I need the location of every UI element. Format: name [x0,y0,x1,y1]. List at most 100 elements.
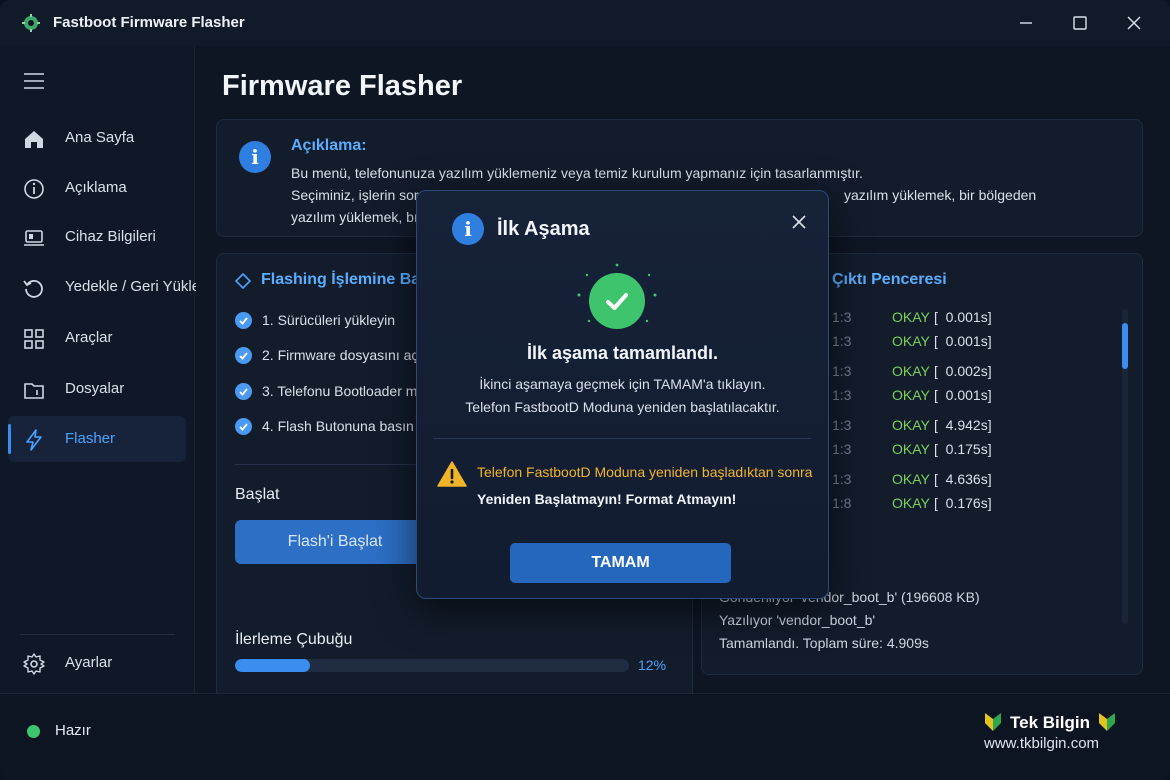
dialog-text: Telefon FastbootD Moduna yeniden başlatı… [465,399,780,415]
brand-url[interactable]: www.tkbilgin.com [984,735,1099,752]
hamburger-menu-icon[interactable] [23,72,45,90]
start-flash-button[interactable]: Flash'i Başlat [235,520,435,564]
dialog-heading: İlk aşama tamamlandı. [526,343,719,363]
log-value: [ 0.001s] [934,387,992,403]
log-value: [ 4.942s] [934,417,992,433]
log-status: OKAY [892,309,930,325]
output-title: Çıktı Penceresi [832,271,947,288]
log-value: [ 0.175s] [934,441,992,457]
log-row: 1:3 OKAY[ 0.002s] [832,363,992,379]
sidebar-divider [20,634,175,635]
folder-icon [22,378,46,402]
restore-icon [22,276,46,300]
description-line: yazılım yüklemek, bı [291,209,418,225]
device-icon [22,226,46,250]
progress-fill [235,659,310,672]
log-status: OKAY [892,333,930,349]
minimize-icon [1020,22,1032,24]
log-value: [ 0.001s] [934,309,992,325]
info-icon: i [239,141,271,173]
log-value: [ 0.002s] [934,363,992,379]
warning-icon [437,461,467,487]
log-row: 1:3 OKAY[ 0.001s] [832,333,992,349]
log-time: 1:3 [832,333,852,349]
home-icon [22,127,46,151]
log-value: [ 4.636s] [934,471,992,487]
lightning-icon [22,428,46,452]
gear-icon [22,652,46,676]
sidebar-item-flasher[interactable]: Flasher [8,416,186,462]
sidebar-item-label: Açıklama [65,179,127,196]
start-section-label: Başlat [235,486,280,503]
diamond-icon [235,273,251,289]
log-status: OKAY [892,441,930,457]
close-icon [792,215,806,229]
log-time: 1:3 [832,363,852,379]
sidebar-item-device-info[interactable]: Cihaz Bilgileri [8,214,186,260]
log-row: 1:3 OKAY[ 0.001s] [832,387,992,403]
status-text: Hazır [55,722,91,739]
minimize-button[interactable] [1013,10,1039,36]
step-item: 2. Firmware dosyasını aça [235,344,426,366]
sidebar-item-backup-restore[interactable]: Yedekle / Geri Yükle [8,264,200,310]
scrollbar-thumb[interactable] [1122,323,1128,369]
progress-bar [235,659,629,672]
description-line: Bu menü, telefonunuza yazılım yüklemeniz… [291,165,863,181]
close-icon [1127,16,1141,30]
step-item: 4. Flash Butonuna basın [235,415,414,437]
progress-percent: 12% [638,657,667,673]
step-item: 1. Sürücüleri yükleyin [235,309,395,331]
step-label: 3. Telefonu Bootloader m [262,383,418,399]
sidebar-item-settings[interactable]: Ayarlar [8,640,186,686]
sidebar-item-description[interactable]: Açıklama [8,165,186,211]
check-icon [235,346,252,364]
log-status: OKAY [892,495,930,511]
dialog-text: İkinci aşamaya geçmek için TAMAM'a tıkla… [479,376,766,392]
flashing-title: Flashing İşlemine Baş [261,271,430,288]
sidebar-item-label: Araçlar [65,329,113,346]
grid-icon [22,327,46,351]
log-row: 1:3 OKAY[ 0.001s] [832,309,992,325]
sidebar-item-label: Yedekle / Geri Yükle [65,278,201,295]
sidebar-item-home[interactable]: Ana Sayfa [8,115,186,161]
check-icon [235,311,252,329]
sidebar-item-label: Ayarlar [65,654,113,671]
sidebar-item-files[interactable]: Dosyalar [8,366,186,412]
sidebar-item-label: Flasher [65,430,116,447]
log-time: 1:3 [832,309,852,325]
close-window-button[interactable] [1121,10,1147,36]
sidebar: Ana Sayfa Açıklama Cihaz Bilgileri Yedek… [0,46,200,693]
dialog-title: İlk Aşama [497,218,590,240]
maximize-icon [1073,16,1087,30]
beginner-leaf-icon [1099,713,1115,731]
title-bar: Fastboot Firmware Flasher [0,0,1170,46]
beginner-leaf-icon [985,713,1001,731]
step-label: 2. Firmware dosyasını aça [262,347,427,363]
check-icon [235,417,252,435]
output-scrollbar[interactable] [1122,309,1128,624]
log-time: 1:8 [832,495,852,511]
brand-name: Tek Bilgin [1010,713,1090,732]
log-value: [ 0.001s] [934,333,992,349]
sidebar-item-tools[interactable]: Araçlar [8,315,186,361]
app-window: Fastboot Firmware Flasher Ana Sayfa Açık… [0,0,1170,780]
success-check-icon [589,273,645,329]
progress-label: İlerleme Çubuğu [235,631,353,648]
log-row: 1:3 OKAY[ 4.942s] [832,417,992,433]
info-icon: i [452,213,484,245]
step-label: 4. Flash Butonuna basın [262,418,414,434]
maximize-button[interactable] [1067,10,1093,36]
dialog-close-button[interactable] [787,210,811,234]
log-time: 1:3 [832,441,852,457]
log-time: 1:3 [832,387,852,403]
log-status: OKAY [892,387,930,403]
log-time: 1:3 [832,417,852,433]
ok-button[interactable]: TAMAM [510,543,731,583]
app-title: Fastboot Firmware Flasher [53,14,245,31]
description-line: Seçiminiz, işlerin sor [291,187,419,203]
log-line: Tamamlandı. Toplam süre: 4.909s [719,635,929,651]
description-line: yazılım yüklemek, bir bölgeden [844,187,1037,203]
log-row: 1:8 OKAY[ 0.176s] [832,495,992,511]
log-time: 1:3 [832,471,852,487]
log-status: OKAY [892,417,930,433]
